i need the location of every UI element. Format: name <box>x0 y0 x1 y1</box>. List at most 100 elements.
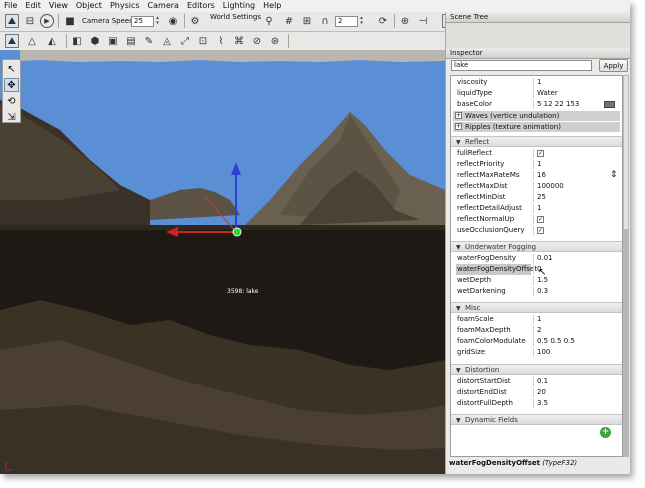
inspector-title[interactable]: Inspector <box>446 48 630 59</box>
section-distortion[interactable]: ▼ Distortion <box>451 364 622 375</box>
decal-road-tool-icon[interactable]: ⊘ <box>250 34 264 48</box>
field-value[interactable]: Water <box>537 88 558 99</box>
paint-tool-icon[interactable]: ✎ <box>142 34 156 48</box>
field-row[interactable]: distortEndDist 20 <box>453 387 620 398</box>
field-row[interactable]: reflectMaxRateMs 16 ⇕ <box>453 170 620 181</box>
camera-speed-stepper[interactable]: ▴ ▾ <box>154 16 161 27</box>
expand-icon[interactable]: + <box>455 123 462 130</box>
field-value[interactable]: 0.01 <box>537 253 553 264</box>
menu-editors[interactable]: Editors <box>183 0 219 12</box>
world-icon[interactable]: ⚙ <box>188 14 202 28</box>
field-row[interactable]: wetDarkening 0.3 <box>453 286 620 297</box>
bounds-icon[interactable]: ⊞ <box>300 14 314 28</box>
object-name-input[interactable]: lake <box>451 60 592 71</box>
world-editor-icon[interactable]: ⛰ <box>5 14 19 28</box>
field-value[interactable]: 0.3 <box>537 286 548 297</box>
landscape-tool-icon[interactable]: ◭ <box>45 34 59 48</box>
mesh-road-tool-icon[interactable]: ⌘ <box>232 34 246 48</box>
field-row[interactable]: foamColorModulate 0.5 0.5 0.5 <box>453 336 620 347</box>
grid-icon[interactable]: # <box>282 14 296 28</box>
camera-icon[interactable]: ■ <box>63 14 77 28</box>
section-underwater-fogging[interactable]: ▼ Underwater Fogging <box>451 241 622 252</box>
cone-tool-icon[interactable]: △ <box>25 34 39 48</box>
rotate-tool-icon[interactable]: ⟲ <box>4 94 19 108</box>
menu-lighting[interactable]: Lighting <box>219 0 259 12</box>
transform-tool-icon[interactable]: ⊡ <box>196 34 210 48</box>
field-row[interactable]: reflectNormalUp ✓ <box>453 214 620 225</box>
field-row[interactable]: foamMaxDepth 2 <box>453 325 620 336</box>
checkbox[interactable]: ✓ <box>537 227 544 234</box>
shape-tool-icon[interactable]: ⬢ <box>88 34 102 48</box>
snap-size-input[interactable]: 2 <box>335 16 358 27</box>
field-value[interactable]: 100 <box>537 347 550 358</box>
menu-object[interactable]: Object <box>72 0 106 12</box>
menu-file[interactable]: File <box>0 0 21 12</box>
field-row[interactable]: reflectPriority 1 <box>453 159 620 170</box>
inspector-scrollbar[interactable] <box>623 75 629 457</box>
field-row[interactable]: reflectMaxDist 100000 <box>453 181 620 192</box>
image-tool-icon[interactable]: ▤ <box>124 34 138 48</box>
add-field-icon[interactable]: + <box>600 427 611 438</box>
field-value[interactable]: 0.1 <box>537 376 548 387</box>
field-row[interactable]: gridSize 100 <box>453 347 620 358</box>
field-row[interactable]: liquidType Water <box>453 88 620 99</box>
field-value[interactable]: 1 <box>537 203 541 214</box>
apply-button[interactable]: Apply <box>599 59 628 72</box>
checkbox[interactable]: ✓ <box>537 216 544 223</box>
field-value[interactable]: 0.5 0.5 0.5 <box>537 336 575 347</box>
arrow-select-icon[interactable]: ↖ <box>4 62 19 76</box>
camera-speed-input[interactable]: 25 <box>131 16 154 27</box>
field-row[interactable]: reflectDetailAdjust 1 <box>453 203 620 214</box>
menu-view[interactable]: View <box>45 0 72 12</box>
object-editor-icon[interactable]: ⊟ <box>23 14 37 28</box>
field-value[interactable]: 1 <box>537 159 541 170</box>
field-row-selected[interactable]: waterFogDensityOffset 0 <box>453 264 620 275</box>
field-row[interactable]: wetDepth 1.5 <box>453 275 620 286</box>
rotate-icon[interactable]: ⟳ <box>376 14 390 28</box>
group-ripples[interactable]: + Ripples (texture animation) <box>453 122 620 132</box>
menu-physics[interactable]: Physics <box>106 0 144 12</box>
world-settings-label[interactable]: World Settings <box>210 12 261 22</box>
scale-tool-icon[interactable]: ⇲ <box>4 110 19 124</box>
field-row[interactable]: reflectMinDist 25 <box>453 192 620 203</box>
menu-camera[interactable]: Camera <box>144 0 183 12</box>
snap-icon[interactable]: ⚲ <box>262 14 276 28</box>
field-row[interactable]: distortStartDist 0.1 <box>453 376 620 387</box>
group-waves[interactable]: + Waves (vertice undulation) <box>453 111 620 121</box>
decal-tool-icon[interactable]: ▣ <box>106 34 120 48</box>
section-misc[interactable]: ▼ Misc <box>451 302 622 313</box>
field-value[interactable]: 20 <box>537 387 546 398</box>
field-row[interactable]: waterFogDensity 0.01 <box>453 253 620 264</box>
mountain-tool-icon[interactable]: ◬ <box>160 34 174 48</box>
cube-tool-icon[interactable]: ◧ <box>70 34 84 48</box>
field-value[interactable]: 1 <box>537 314 541 325</box>
scene-tree-title[interactable]: Scene Tree <box>446 12 630 23</box>
expand-icon[interactable]: + <box>455 112 462 119</box>
field-value[interactable]: 3.5 <box>537 398 548 409</box>
menu-help[interactable]: Help <box>259 0 285 12</box>
field-row[interactable]: distortFullDepth 3.5 <box>453 398 620 409</box>
terrain-tool-icon[interactable]: ⛰ <box>5 34 19 48</box>
section-reflect[interactable]: ▼ Reflect <box>451 136 622 147</box>
field-value[interactable]: 100000 <box>537 181 564 192</box>
center-icon[interactable]: ⊕ <box>398 14 412 28</box>
play-icon[interactable]: ▶ <box>40 14 54 28</box>
field-value[interactable]: 1 <box>537 77 541 88</box>
visibility-icon[interactable]: ◉ <box>166 14 180 28</box>
field-row[interactable]: viscosity 1 <box>453 77 620 88</box>
scene-viewport[interactable]: 3598: lake <box>0 50 445 474</box>
river-tool-icon[interactable]: ⌇ <box>214 34 228 48</box>
field-row[interactable]: baseColor 5 12 22 153 <box>453 99 620 110</box>
field-row[interactable]: useOcclusionQuery ✓ <box>453 225 620 236</box>
move-icon[interactable]: ✥ <box>4 78 19 92</box>
menu-edit[interactable]: Edit <box>21 0 45 12</box>
expand-tool-icon[interactable]: ⤢ <box>178 34 192 48</box>
color-picker-swatch[interactable] <box>604 101 615 108</box>
field-row[interactable]: fullReflect ✓ <box>453 148 620 159</box>
section-dynamic-fields[interactable]: ▼ Dynamic Fields <box>451 414 622 425</box>
checkbox[interactable]: ✓ <box>537 150 544 157</box>
field-row[interactable]: foamScale 1 <box>453 314 620 325</box>
field-value[interactable]: 2 <box>537 325 541 336</box>
snap-size-stepper[interactable]: ▴ ▾ <box>358 16 365 27</box>
field-value[interactable]: 5 12 22 153 <box>537 99 579 110</box>
